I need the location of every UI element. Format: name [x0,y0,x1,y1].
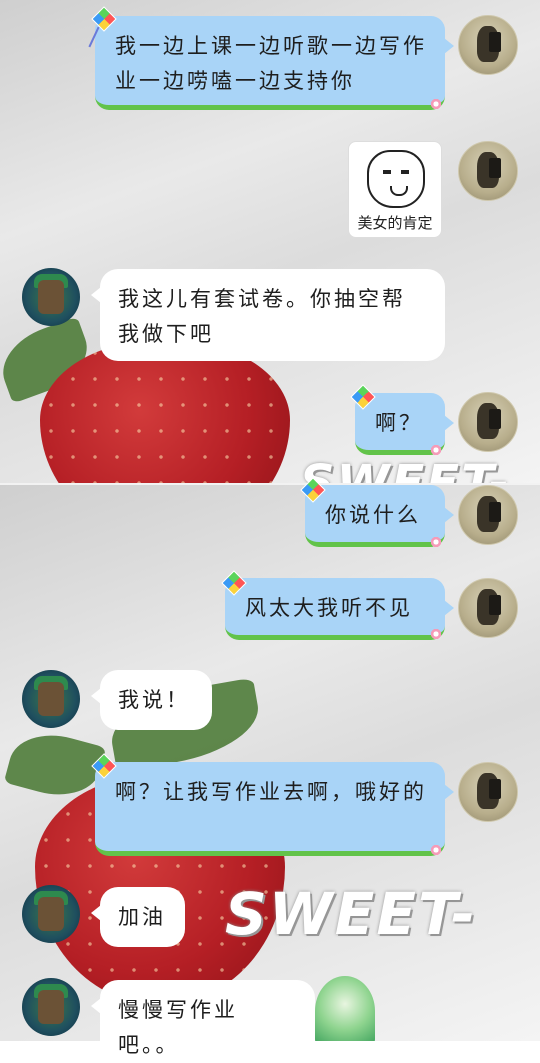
message-text: 我一边上课一边听歌一边写作业一边唠嗑一边支持你 [115,34,427,93]
avatar-me[interactable] [458,578,518,638]
message-text: 加油 [118,905,166,929]
avatar-me[interactable] [458,15,518,75]
message-bubble-sent[interactable]: 啊？让我写作业去啊，哦好的 [95,762,454,856]
flower-icon [430,98,442,110]
flower-icon [430,844,442,856]
message-bubble-sent[interactable]: 你说什么 [305,485,454,547]
avatar-friend[interactable] [22,978,80,1036]
sticker-partial[interactable] [305,968,380,1041]
sweet-watermark: SWEET- [300,455,511,485]
message-text: 啊？让我写作业去啊，哦好的 [115,780,427,804]
message-bubble-received[interactable]: 我这儿有套试卷。你抽空帮我做下吧 [91,269,445,361]
message-text: 风太大我听不见 [245,596,413,620]
avatar-me[interactable] [458,762,518,822]
avatar-friend[interactable] [22,885,80,943]
avatar-me[interactable] [458,392,518,452]
avatar-friend[interactable] [22,268,80,326]
message-bubble-received[interactable]: 我说！ [91,670,212,730]
message-bubble-received[interactable]: 慢慢写作业吧。。 [91,980,315,1057]
sticker-caption: 美女的肯定 [357,214,433,232]
avatar-friend[interactable] [22,670,80,728]
message-bubble-sent[interactable]: 我一边上课一边听歌一边写作业一边唠嗑一边支持你 [95,16,454,110]
message-bubble-received[interactable]: 加油 [91,887,185,947]
bear-sticker-icon [367,150,425,208]
message-text: 啊？ [375,411,423,435]
avatar-me[interactable] [458,485,518,545]
flower-icon [430,444,442,456]
sweet-watermark: SWEET- [225,880,478,948]
message-text: 我这儿有套试卷。你抽空帮我做下吧 [118,287,406,346]
message-text: 你说什么 [325,503,421,527]
strawberry-decoration [40,340,290,485]
message-text: 慢慢写作业吧。。 [118,998,238,1057]
message-text: 我说！ [118,688,190,712]
flower-icon [430,536,442,548]
sticker-message[interactable]: 美女的肯定 [348,141,442,238]
message-bubble-sent[interactable]: 风太大我听不见 [225,578,454,640]
flower-icon [430,628,442,640]
avatar-me[interactable] [458,141,518,201]
